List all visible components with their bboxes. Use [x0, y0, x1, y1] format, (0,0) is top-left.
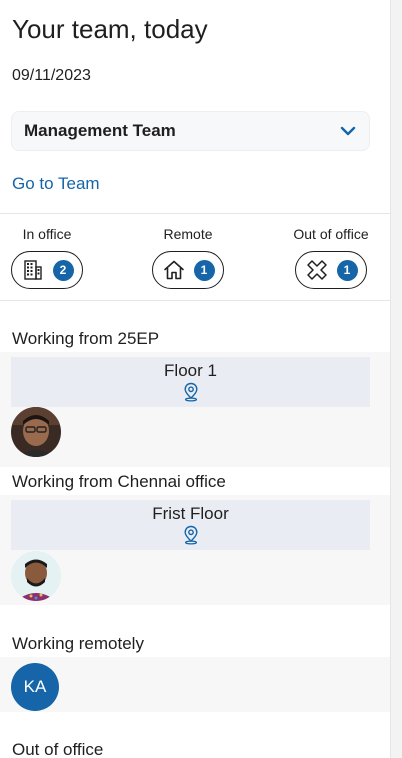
section-title-remote: Working remotely: [12, 634, 144, 653]
divider: [0, 213, 390, 214]
stat-label: In office: [22, 226, 72, 242]
page-title: Your team, today: [12, 14, 208, 44]
team-dropdown-value: Management Team: [24, 121, 176, 140]
home-icon: [163, 260, 184, 280]
divider: [0, 300, 390, 301]
stat-label: Out of office: [293, 226, 369, 242]
out-of-office-count-badge: 1: [336, 259, 358, 281]
remote-filter-button[interactable]: 1: [152, 251, 224, 289]
floor-name: Frist Floor: [152, 504, 229, 523]
building-icon: [23, 260, 42, 280]
in-office-filter-button[interactable]: 2: [11, 251, 83, 289]
avatar-initials[interactable]: KA: [11, 663, 59, 711]
stat-in-office: In office 2: [11, 226, 83, 289]
floor-card[interactable]: Floor 1: [11, 357, 370, 407]
section-title-office: Working from 25EP: [12, 329, 160, 348]
scrollbar[interactable]: [390, 0, 402, 758]
team-today-panel: Your team, today 09/11/2023 Management T…: [0, 0, 390, 758]
cross-icon: [306, 260, 327, 280]
stat-out-of-office: Out of office 1: [286, 226, 376, 289]
chevron-down-icon: [340, 126, 356, 136]
date-label: 09/11/2023: [12, 67, 91, 84]
section-title-out-of-office: Out of office: [12, 740, 104, 758]
location-pin-icon: [183, 382, 198, 402]
in-office-count-badge: 2: [52, 259, 74, 281]
location-pin-icon: [183, 525, 198, 545]
avatar-image: [11, 407, 61, 457]
section-title-office: Working from Chennai office: [12, 472, 226, 491]
out-of-office-filter-button[interactable]: 1: [295, 251, 367, 289]
stat-remote: Remote 1: [140, 226, 236, 289]
floor-name: Floor 1: [164, 361, 217, 380]
team-dropdown[interactable]: Management Team: [11, 111, 370, 151]
avatar-image: [11, 551, 61, 601]
avatar[interactable]: [11, 551, 61, 601]
remote-count-badge: 1: [193, 259, 215, 281]
stat-label: Remote: [163, 226, 213, 242]
avatar[interactable]: [11, 407, 61, 457]
floor-card[interactable]: Frist Floor: [11, 500, 370, 550]
go-to-team-link[interactable]: Go to Team: [12, 174, 100, 194]
